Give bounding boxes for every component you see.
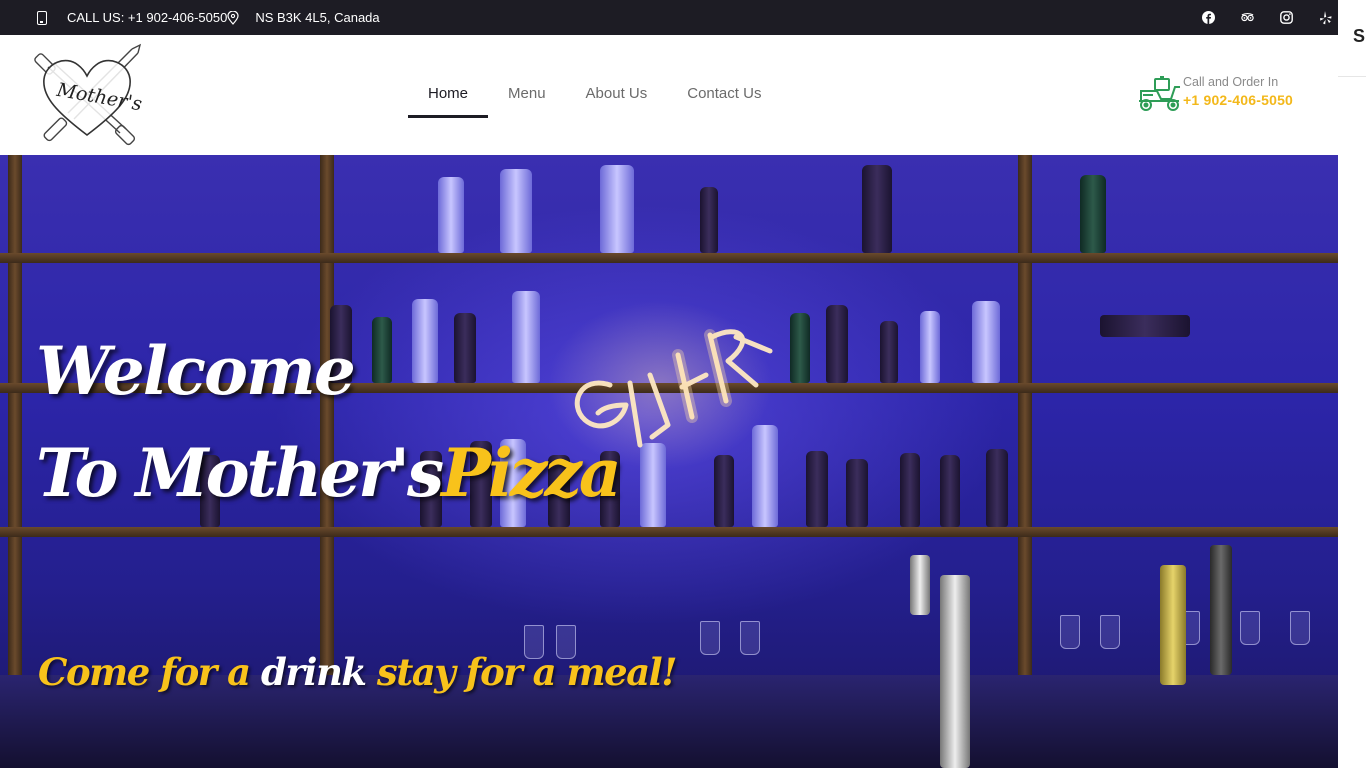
contact-info: CALL US: +1 902-406-5050 NS B3K 4L5, Can… bbox=[37, 0, 380, 35]
nav-contact-us[interactable]: Contact Us bbox=[667, 35, 781, 155]
facebook-icon[interactable] bbox=[1202, 11, 1215, 24]
nav-about-us[interactable]: About Us bbox=[566, 35, 668, 155]
address-text: NS B3K 4L5, Canada bbox=[255, 10, 380, 25]
hero-heading: Welcome To Mother'sPizza bbox=[36, 323, 622, 527]
side-panel-letter: S bbox=[1353, 26, 1366, 46]
order-phone[interactable]: +1 902-406-5050 bbox=[1183, 90, 1293, 110]
tagline-part-3: stay for a meal! bbox=[376, 650, 678, 694]
top-bar: CALL US: +1 902-406-5050 NS B3K 4L5, Can… bbox=[0, 0, 1338, 35]
nav-home[interactable]: Home bbox=[408, 35, 489, 155]
order-label: Call and Order In bbox=[1183, 75, 1279, 89]
call-order-box[interactable]: Call and Order In +1 902-406-5050 bbox=[1137, 75, 1293, 113]
hero-tagline: Come for a drink stay for a meal! bbox=[38, 650, 678, 694]
yelp-icon[interactable] bbox=[1319, 10, 1332, 24]
site-header: Mother's Home Menu About Us Contact Us C… bbox=[0, 35, 1338, 155]
main-nav: Home Menu About Us Contact Us bbox=[408, 35, 781, 155]
mothers-logo[interactable]: Mother's bbox=[28, 43, 146, 147]
call-us-link[interactable]: CALL US: +1 902-406-5050 bbox=[67, 10, 227, 25]
hero-banner: Welcome To Mother'sPizza Come for a drin… bbox=[0, 155, 1338, 768]
tagline-part-1: Come for a bbox=[38, 650, 251, 694]
side-panel-edge: S bbox=[1338, 0, 1366, 768]
map-pin-icon bbox=[227, 10, 239, 25]
hero-heading-yellow-part: Pizza bbox=[441, 434, 621, 512]
delivery-scooter-icon bbox=[1139, 76, 1180, 111]
hero-heading-line2: To Mother'sPizza bbox=[36, 419, 622, 527]
hero-heading-line1: Welcome bbox=[36, 332, 356, 410]
order-text: Call and Order In +1 902-406-5050 bbox=[1183, 74, 1293, 110]
instagram-icon[interactable] bbox=[1280, 11, 1293, 24]
tripadvisor-icon[interactable] bbox=[1241, 11, 1254, 24]
mobile-phone-icon bbox=[37, 10, 47, 25]
tagline-part-2: drink bbox=[261, 650, 367, 694]
social-links bbox=[1202, 0, 1332, 35]
nav-menu[interactable]: Menu bbox=[488, 35, 566, 155]
hero-heading-white-part: To Mother's bbox=[36, 434, 444, 512]
divider bbox=[1338, 76, 1366, 77]
